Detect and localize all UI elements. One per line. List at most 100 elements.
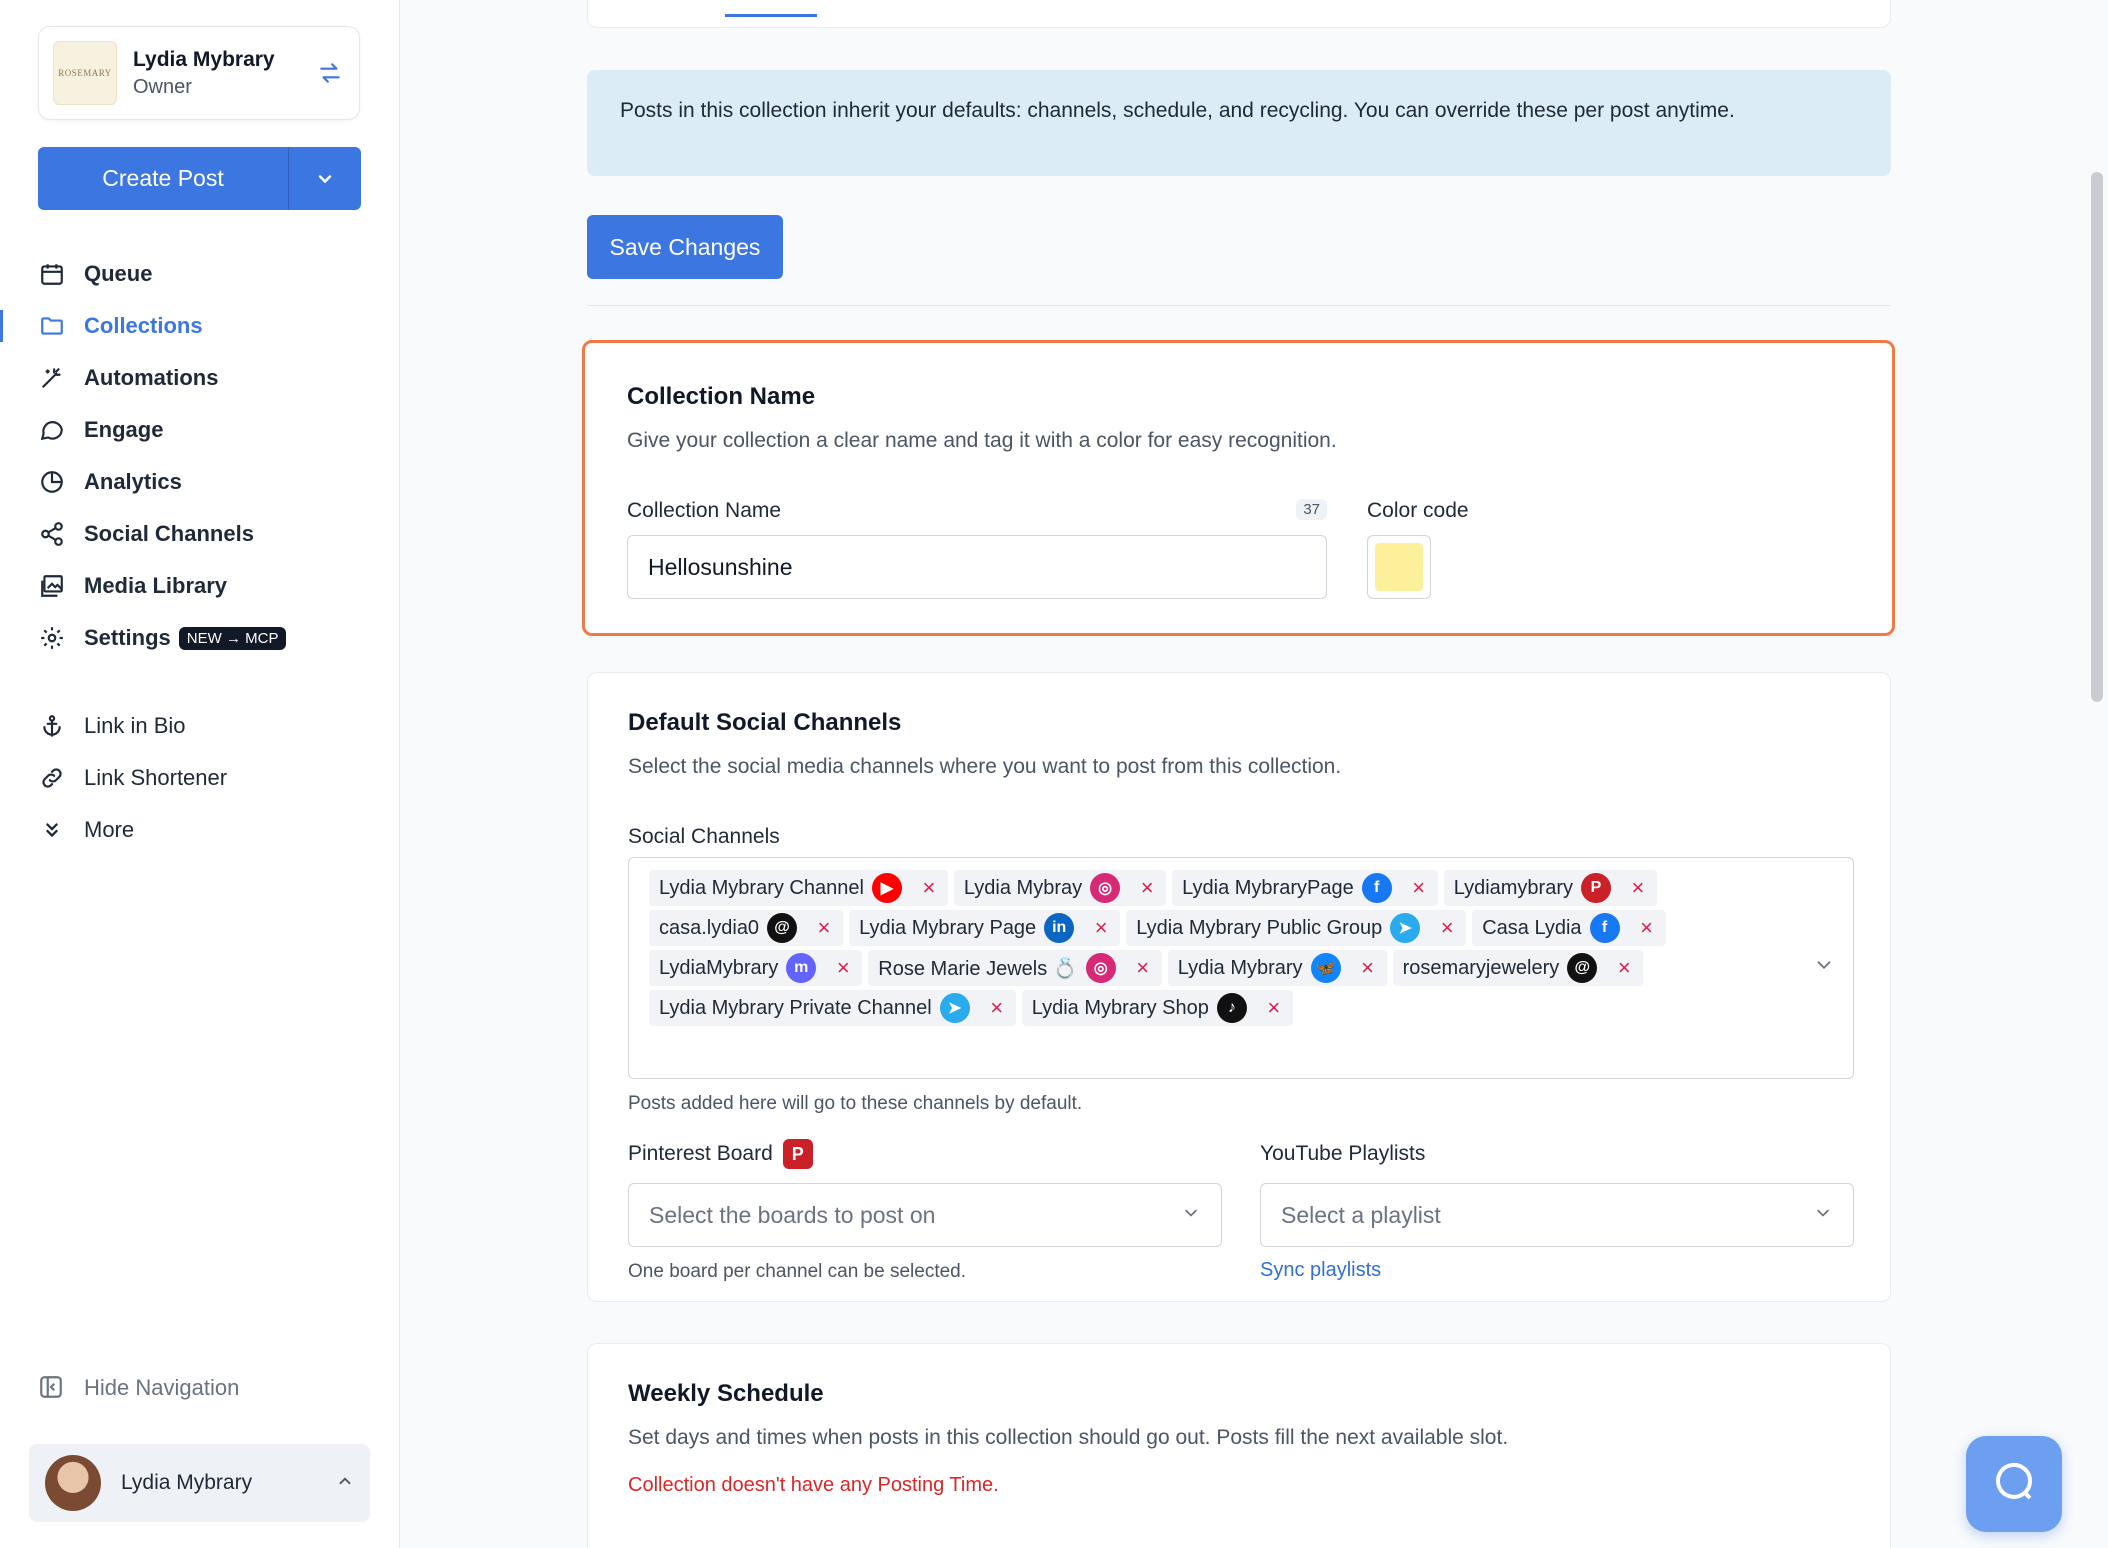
- nav-label-more: More: [84, 817, 135, 842]
- nav-item-media-library[interactable]: Media Library: [0, 560, 399, 612]
- channel-chip-label: Lydia Mybrary Public Group: [1136, 916, 1383, 939]
- scrollbar-thumb[interactable]: [2091, 172, 2103, 702]
- nav-item-social-channels[interactable]: Social Channels: [0, 508, 399, 560]
- channel-chip: Lydia Mybrary Public Group ➤ ×: [1126, 910, 1467, 946]
- channel-chip: Rose Marie Jewels 💍 ◎ ×: [868, 950, 1162, 986]
- nav-item-collections[interactable]: Collections: [0, 300, 399, 352]
- user-menu[interactable]: Lydia Mybrary: [29, 1444, 370, 1522]
- channel-chip-label: Lydia Mybray: [963, 876, 1083, 899]
- social-channels-label: Social Channels: [628, 825, 780, 848]
- nav-label-queue: Queue: [84, 261, 153, 286]
- remove-channel-icon[interactable]: ×: [1438, 915, 1456, 941]
- nav-item-automations[interactable]: Automations: [0, 352, 399, 404]
- nav-label-engage: Engage: [84, 417, 164, 442]
- pinterest-board-placeholder: Select the boards to post on: [649, 1201, 936, 1228]
- nav-label-settings: Settings: [84, 625, 171, 650]
- remove-channel-icon[interactable]: ×: [1615, 955, 1633, 981]
- bluesky-icon: 🦋: [1310, 953, 1341, 983]
- save-changes-button[interactable]: Save Changes: [587, 215, 783, 279]
- facebook-icon: f: [1361, 873, 1392, 903]
- sidebar: ROSEMARY Lydia Mybrary Owner Create Post…: [0, 0, 400, 1548]
- color-picker[interactable]: [1367, 535, 1431, 599]
- channel-chip-label: Lydia Mybrary Private Channel: [659, 996, 932, 1019]
- character-counter: 37: [1296, 499, 1327, 520]
- help-chat-button[interactable]: [1966, 1436, 2062, 1532]
- create-post-dropdown-icon[interactable]: [289, 147, 361, 210]
- remove-channel-icon[interactable]: ×: [815, 915, 833, 941]
- section-title: Default Social Channels: [628, 709, 902, 736]
- channel-chip: Lydiamybrary P ×: [1443, 870, 1657, 906]
- nav-item-link-in-bio[interactable]: Link in Bio: [0, 700, 399, 752]
- nav-item-more[interactable]: More: [0, 804, 399, 856]
- remove-channel-icon[interactable]: ×: [1092, 915, 1110, 941]
- nav-item-engage[interactable]: Engage: [0, 404, 399, 456]
- main-navigation: Queue Collections Automations Engage Ana…: [0, 248, 399, 856]
- section-description: Give your collection a clear name and ta…: [627, 429, 1337, 452]
- channel-chip: Lydia Mybray ◎ ×: [953, 870, 1167, 906]
- folder-icon: [38, 312, 66, 340]
- channel-chip-label: Rose Marie Jewels 💍: [878, 957, 1078, 980]
- avatar: [45, 1455, 101, 1511]
- board-playlist-row: Pinterest Board P Select the boards to p…: [628, 1137, 1854, 1282]
- hide-navigation-button[interactable]: Hide Navigation: [38, 1374, 239, 1402]
- instagram-icon: ◎: [1090, 873, 1121, 903]
- pinterest-board-select[interactable]: Select the boards to post on: [628, 1183, 1222, 1247]
- sync-playlists-link[interactable]: Sync playlists: [1260, 1259, 1854, 1282]
- channel-chip: Lydia Mybrary Channel ▶ ×: [649, 870, 948, 906]
- section-title: Weekly Schedule: [628, 1380, 824, 1407]
- instagram-icon: ◎: [1085, 953, 1116, 983]
- channel-chip: Lydia Mybrary Page in ×: [849, 910, 1121, 946]
- mastodon-icon: m: [786, 953, 817, 983]
- section-description: Select the social media channels where y…: [628, 755, 1342, 778]
- chevron-down-icon: [1813, 1202, 1833, 1229]
- pinterest-board-field: Pinterest Board P Select the boards to p…: [628, 1137, 1222, 1283]
- tiktok-icon: ♪: [1216, 993, 1247, 1023]
- collection-name-input[interactable]: Hellosunshine: [627, 535, 1327, 599]
- page-scrollbar[interactable]: [2086, 0, 2108, 1548]
- nav-item-link-shortener[interactable]: Link Shortener: [0, 752, 399, 804]
- channel-chip: rosemaryjewelery @ ×: [1392, 950, 1644, 986]
- remove-channel-icon[interactable]: ×: [1134, 955, 1152, 981]
- account-switcher[interactable]: ROSEMARY Lydia Mybrary Owner: [38, 26, 360, 120]
- youtube-playlists-field: YouTube Playlists Select a playlist Sync…: [1260, 1137, 1854, 1282]
- youtube-icon: ▶: [871, 873, 902, 903]
- create-post-button-group: Create Post: [38, 147, 361, 210]
- pinterest-board-label-row: Pinterest Board P: [628, 1137, 1222, 1171]
- remove-channel-icon[interactable]: ×: [1410, 875, 1428, 901]
- remove-channel-icon[interactable]: ×: [1359, 955, 1377, 981]
- channel-chip: Lydia Mybrary Shop ♪ ×: [1021, 990, 1293, 1026]
- nav-label-link-shortener: Link Shortener: [84, 765, 228, 790]
- calendar-icon: [38, 260, 66, 288]
- threads-icon: @: [1567, 953, 1598, 983]
- gear-icon: [38, 624, 66, 652]
- social-channels-multiselect[interactable]: Lydia Mybrary Channel ▶ × Lydia Mybray ◎ × Lyd…: [628, 857, 1854, 1079]
- youtube-playlist-placeholder: Select a playlist: [1281, 1201, 1441, 1228]
- switch-account-icon[interactable]: [315, 58, 345, 88]
- remove-channel-icon[interactable]: ×: [920, 875, 938, 901]
- channel-chip: Casa Lydia f ×: [1472, 910, 1666, 946]
- chevron-down-icon[interactable]: [1813, 954, 1835, 981]
- remove-channel-icon[interactable]: ×: [1629, 875, 1647, 901]
- share-icon: [38, 520, 66, 548]
- youtube-playlists-label-row: YouTube Playlists: [1260, 1137, 1854, 1171]
- remove-channel-icon[interactable]: ×: [1265, 995, 1283, 1021]
- channel-chip-label: Lydia Mybrary: [1177, 956, 1303, 979]
- pinterest-board-label: Pinterest Board: [628, 1142, 773, 1165]
- remove-channel-icon[interactable]: ×: [834, 955, 852, 981]
- nav-item-settings[interactable]: Settings NEW → MCP: [0, 612, 399, 664]
- nav-item-queue[interactable]: Queue: [0, 248, 399, 300]
- linkedin-icon: in: [1044, 913, 1075, 943]
- remove-channel-icon[interactable]: ×: [1638, 915, 1656, 941]
- remove-channel-icon[interactable]: ×: [988, 995, 1006, 1021]
- remove-channel-icon[interactable]: ×: [1138, 875, 1156, 901]
- telegram-icon: ➤: [1390, 913, 1421, 943]
- facebook-icon: f: [1589, 913, 1620, 943]
- pie-chart-icon: [38, 468, 66, 496]
- youtube-playlist-select[interactable]: Select a playlist: [1260, 1183, 1854, 1247]
- section-description: Set days and times when posts in this co…: [628, 1426, 1509, 1449]
- channels-hint: Posts added here will go to these channe…: [628, 1093, 1083, 1114]
- channel-chip: casa.lydia0 @ ×: [649, 910, 844, 946]
- nav-item-analytics[interactable]: Analytics: [0, 456, 399, 508]
- create-post-button[interactable]: Create Post: [38, 147, 289, 210]
- channel-chip-label: LydiaMybrary: [659, 956, 779, 979]
